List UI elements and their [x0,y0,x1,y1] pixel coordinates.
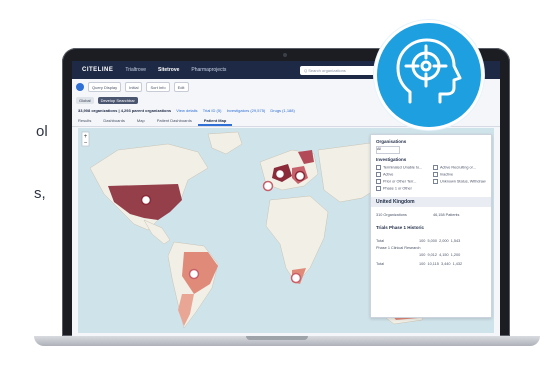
map-pin-icon [188,268,200,280]
results-count: 33,908 organizations | 4,293 parent orga… [78,108,295,113]
asia-landmass [317,141,379,203]
count-link[interactable]: Trial ID (5) [203,108,222,113]
checkbox-icon[interactable] [376,186,381,191]
map-pin-icon [262,180,274,192]
table-cell: 9,012 [427,253,437,257]
map-pin-icon [274,168,286,180]
marketing-text-fragment: ol [36,123,48,140]
option-label: Prior or Other Terr... [383,179,417,184]
tab-results[interactable]: Results [72,116,97,126]
option-left-1[interactable]: Terminated Unable to... [376,165,422,170]
option-left-2[interactable]: Active [376,172,393,177]
table-row: Total [376,239,384,243]
greenland-landmass [207,131,243,155]
results-count-text: 33,908 organizations | 4,293 parent orga… [78,108,172,113]
tab-dashboards[interactable]: Dashboards [97,116,131,126]
checkbox-icon[interactable] [376,165,381,170]
option-label: Phase 1 or Other [383,186,412,191]
table-row-values: 100 5,000 2,000 1,543 [419,239,460,243]
world-heat-map[interactable]: + − Organisations All Investigations Ter… [78,128,494,333]
checkbox-icon[interactable] [433,172,438,177]
table-cell: 1,432 [452,262,463,266]
tab-map[interactable]: Map [131,116,151,126]
option-label: Unknown Status, Withdraw [440,179,486,184]
organisations-select[interactable]: All [376,146,400,154]
stat-organizations: 310 Organizations [376,213,407,217]
head-target-icon [396,38,462,104]
option-label: Active Recruiting or... [440,165,476,170]
checkbox-icon[interactable] [376,179,381,184]
table-row: Total [376,262,384,266]
option-label: Active [383,172,394,177]
checkbox-icon[interactable] [433,165,438,170]
filter-chip-global[interactable]: Global [76,96,94,104]
table-cell: 10,115 [427,262,439,266]
table-row: Phase 1 Clinical Research [376,246,421,250]
central-america-landmass [143,219,171,245]
checkbox-icon[interactable] [433,179,438,184]
option-label: Terminated Unable to... [383,165,423,170]
sort-info-button[interactable]: Sort Info [146,82,170,92]
zoom-in-icon: + [84,134,88,140]
edit-button[interactable]: Edit [173,82,189,92]
table-cell: 1,543 [450,239,461,243]
trials-section-title: Trials Phase 1 Historic [376,225,425,230]
option-right-1[interactable]: Active Recruiting or... [433,165,476,170]
head-target-badge [374,20,484,130]
query-display-button[interactable]: Query Display [88,82,122,92]
option-right-2[interactable]: Inactive [433,172,453,177]
option-left-4[interactable]: Phase 1 or Other [376,186,412,191]
nav-sitetrove[interactable]: Sitetrove [158,67,179,73]
initial-button[interactable]: Initial [125,82,143,92]
laptop-hinge-notch [246,336,308,340]
table-cell: Total [376,239,385,243]
nav-pharmaprojects[interactable]: Pharmaprojects [191,67,226,73]
table-row-values: 100 9,012 4,150 1,200 [419,253,460,257]
count-link[interactable]: Drugs (1,188) [270,108,294,113]
checkbox-icon[interactable] [376,172,381,177]
marketing-text-fragment: s, [34,185,46,202]
table-cell: 5,000 [427,239,437,243]
option-left-3[interactable]: Prior or Other Terr... [376,179,416,184]
table-cell: 2,000 [439,239,449,243]
tab-patient-map[interactable]: Patient Map [197,116,233,126]
table-row-values: 100 10,115 3,440 1,432 [419,262,462,266]
map-pin-icon [290,272,302,284]
count-link[interactable]: View details [176,108,197,113]
zoom-out-icon: − [84,141,88,147]
table-cell: 100 [419,262,426,266]
table-cell: 4,150 [439,253,449,257]
filter-chip-develop[interactable]: Develop Searchbar [97,96,138,104]
map-pin-icon [294,170,306,182]
country-detail-panel: Organisations All Investigations Termina… [370,134,492,318]
panel-section-title: Investigations [376,157,407,162]
count-link[interactable]: Investigators (29,575) [227,108,266,113]
table-cell: 100 [419,253,426,257]
option-right-3[interactable]: Unknown Status, Withdraw [433,179,486,184]
table-cell: Phase 1 Clinical Research [376,246,421,250]
app-logo: CITELINE [82,67,114,73]
country-title: United Kingdom [376,199,415,205]
table-cell: 100 [419,239,426,243]
tab-patient-dashboards[interactable]: Patient Dashboards [151,116,198,126]
option-label: Inactive [440,172,454,177]
table-cell: Total [376,262,385,266]
query-indicator-icon [76,83,84,91]
panel-section-title: Organisations [376,139,407,144]
camera-dot [283,53,287,57]
nav-trialtrove[interactable]: Trialtrove [125,67,146,73]
table-cell: 3,440 [440,262,451,266]
stat-patients: 46,158 Patients [433,213,460,217]
map-pin-icon [140,194,152,206]
table-cell: 1,200 [450,253,461,257]
